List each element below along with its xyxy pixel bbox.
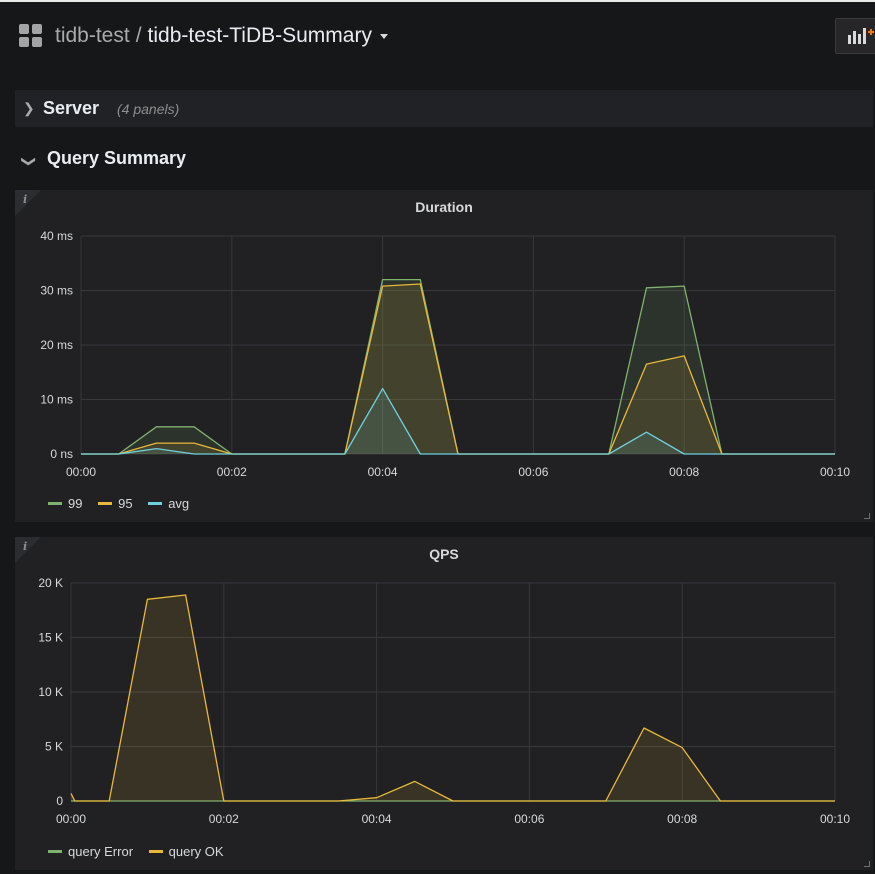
dashboard-title[interactable]: tidb-test-TiDB-Summary: [148, 24, 372, 47]
y-tick-label: 10 K: [38, 685, 63, 699]
row-title[interactable]: Server: [43, 98, 99, 119]
y-tick-label: 5 K: [45, 740, 63, 754]
y-tick-label: 30 ms: [40, 284, 73, 298]
row-panel-count: (4 panels): [117, 101, 180, 117]
y-tick-label: 0 ns: [50, 447, 73, 461]
panel-title[interactable]: Duration: [15, 199, 873, 215]
chevron-down-icon[interactable]: ❯: [20, 156, 37, 168]
legend-swatch: [148, 850, 163, 853]
legend: query Error query OK: [48, 841, 236, 859]
series-area-query-ok: [71, 595, 835, 801]
legend-label: query OK: [168, 844, 224, 859]
legend-item[interactable]: query Error: [48, 844, 133, 859]
y-tick-label: 40 ms: [40, 229, 73, 243]
y-tick-label: 0: [56, 794, 63, 808]
breadcrumb: tidb-test / tidb-test-TiDB-Summary: [55, 24, 388, 48]
add-panel-button[interactable]: [835, 18, 875, 54]
legend-swatch: [48, 502, 62, 505]
legend-item[interactable]: query OK: [148, 844, 224, 859]
folder-link[interactable]: tidb-test: [55, 24, 130, 47]
legend-item[interactable]: avg: [148, 496, 189, 511]
x-tick-label: 00:06: [518, 465, 548, 479]
row-title[interactable]: Query Summary: [47, 148, 186, 169]
x-tick-label: 00:00: [66, 465, 96, 479]
panel-qps: i QPS 05 K 10 K 15 K 20 K 00:00 00:02 00:04 00:…: [15, 537, 873, 870]
legend-swatch: [48, 850, 62, 853]
resize-handle[interactable]: [864, 861, 870, 867]
caret-down-icon[interactable]: [379, 33, 388, 39]
x-tick-label: 00:06: [514, 812, 544, 826]
x-tick-label: 00:02: [217, 465, 247, 479]
x-tick-label: 00:02: [209, 812, 239, 826]
bar-chart-icon: [848, 28, 874, 44]
legend-item[interactable]: 95: [98, 496, 133, 511]
x-tick-label: 00:04: [362, 812, 392, 826]
row-server[interactable]: ❯ Server (4 panels): [15, 90, 873, 127]
dashboards-grid-icon[interactable]: [19, 24, 43, 48]
y-tick-label: 10 ms: [40, 393, 73, 407]
legend-label: 95: [118, 496, 133, 511]
legend-swatch: [148, 502, 163, 505]
navbar: tidb-test / tidb-test-TiDB-Summary: [0, 2, 875, 72]
chevron-right-icon[interactable]: ❯: [23, 100, 35, 117]
breadcrumb-separator: /: [135, 24, 142, 47]
row-query-summary[interactable]: ❯ Query Summary: [15, 140, 873, 180]
x-tick-label: 00:00: [56, 812, 86, 826]
x-tick-label: 00:04: [368, 465, 398, 479]
duration-graph[interactable]: 0 ns 10 ms 20 ms 30 ms 40 ms 00:00 00:02 00:04 0…: [15, 220, 873, 510]
legend-swatch: [98, 502, 113, 505]
series-area-99: [81, 279, 835, 454]
resize-handle[interactable]: [864, 513, 870, 519]
y-tick-label: 20 ms: [40, 338, 73, 352]
x-tick-label: 00:10: [820, 465, 850, 479]
panel-title[interactable]: QPS: [15, 546, 873, 562]
legend-label: 99: [68, 496, 83, 511]
legend: 99 95 avg: [48, 493, 201, 511]
panel-duration: i Duration 0 ns 10 ms 20 ms 30 ms 40 ms 00:00…: [15, 190, 873, 522]
x-tick-label: 00:10: [820, 812, 850, 826]
legend-item[interactable]: 99: [48, 496, 82, 511]
y-tick-label: 20 K: [38, 576, 63, 590]
y-tick-label: 15 K: [38, 631, 63, 645]
legend-label: query Error: [68, 844, 134, 859]
x-tick-label: 00:08: [667, 812, 697, 826]
x-tick-label: 00:08: [669, 465, 699, 479]
legend-label: avg: [168, 496, 190, 511]
qps-graph[interactable]: 0 5 K 10 K 15 K 20 K 00:00 00:02 00:04 00:06 00:0…: [15, 567, 873, 857]
